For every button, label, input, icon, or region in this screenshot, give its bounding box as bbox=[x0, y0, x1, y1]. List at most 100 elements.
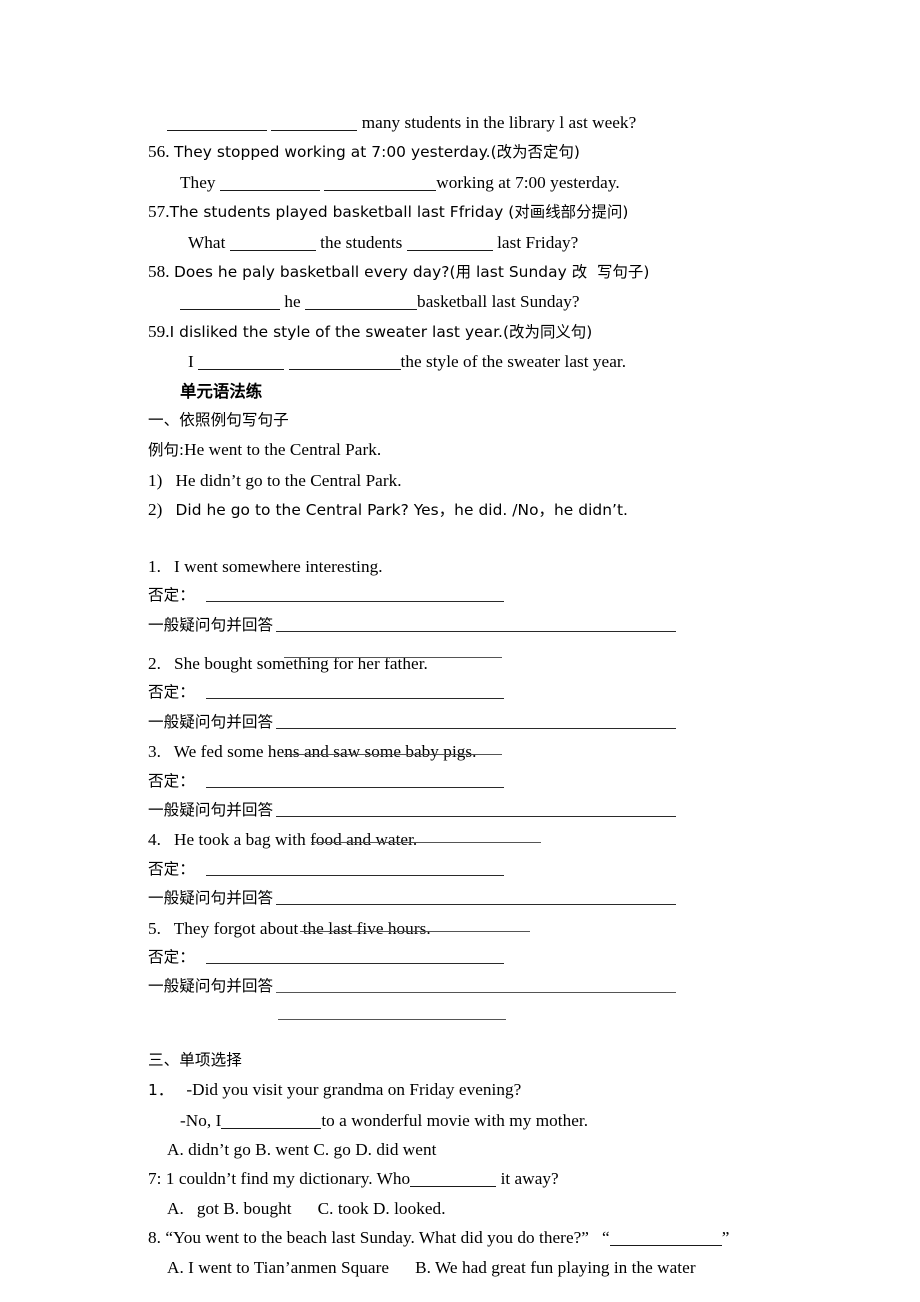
document-body: many students in the library l ast week?… bbox=[148, 108, 848, 1282]
fill-blank[interactable] bbox=[198, 356, 285, 371]
exercise-3-sentence: 3. We fed some hens and saw some baby pi… bbox=[148, 737, 848, 766]
question-56-answer: They working at 7:00 yesterday. bbox=[148, 168, 848, 197]
question-number: 57. bbox=[148, 202, 170, 222]
exercise-1-sentence: 1. I went somewhere interesting. bbox=[148, 552, 848, 581]
fill-blank[interactable] bbox=[410, 1173, 497, 1188]
example-line: 例句:He went to the Central Park. bbox=[148, 435, 848, 465]
question-56-prompt: 56. They stopped working at 7:00 yesterd… bbox=[148, 137, 848, 167]
question-text: The students played basketball last Ffri… bbox=[169, 203, 629, 222]
answer-rule[interactable] bbox=[276, 727, 676, 729]
answer-rule[interactable] bbox=[276, 992, 676, 994]
answer-rule[interactable] bbox=[276, 630, 676, 632]
options-text[interactable]: A. didn’t go B. went C. go D. did went bbox=[167, 1140, 436, 1159]
fill-blank[interactable] bbox=[288, 356, 401, 371]
choice-7-line1: 7: 1 couldn’t find my dictionary. Who it… bbox=[148, 1164, 848, 1193]
choice-question: -Did you visit your grandma on Friday ev… bbox=[186, 1080, 522, 1100]
answer-suffix: last Friday? bbox=[497, 232, 579, 252]
question-number: 56. bbox=[148, 142, 170, 162]
question-57-answer: What the students last Friday? bbox=[148, 228, 848, 257]
fill-blank[interactable] bbox=[167, 117, 267, 131]
exercise-number: 5. bbox=[148, 918, 161, 938]
answer-rule[interactable] bbox=[206, 874, 504, 876]
exercise-number: 1. bbox=[148, 556, 161, 576]
choice-number: 1． bbox=[148, 1081, 174, 1100]
choice-8-line1: 8. “You went to the beach last Sunday. W… bbox=[148, 1223, 848, 1252]
list-marker: 2) bbox=[148, 500, 163, 520]
answer-suffix: working at 7:00 yesterday. bbox=[436, 172, 620, 192]
fill-blank[interactable] bbox=[406, 237, 493, 251]
example-answer-1: 1) He didn’t go to the Central Park. bbox=[148, 466, 848, 495]
exercise-text: He took a bag with food and water. bbox=[174, 830, 418, 850]
answer-rule[interactable] bbox=[300, 930, 530, 932]
exercise-5-sentence: 5. They forgot about the last five hours… bbox=[148, 914, 848, 943]
example-label: 例句: bbox=[148, 441, 185, 460]
negative-label: 否定： bbox=[148, 586, 195, 605]
answer-rule[interactable] bbox=[276, 904, 676, 906]
fill-blank[interactable] bbox=[271, 117, 358, 131]
question-text: I disliked the style of the sweater last… bbox=[169, 322, 593, 341]
choice-section-heading: 三、单项选择 bbox=[148, 1050, 242, 1069]
exercise-2-sentence: 2. She bought something for her father. bbox=[148, 649, 848, 678]
options-text[interactable]: A. got B. bought C. took D. looked. bbox=[167, 1199, 446, 1218]
exercise-3-negative: 否定： bbox=[148, 767, 848, 796]
negative-label: 否定： bbox=[148, 683, 195, 702]
choice-question-prefix: 1 couldn’t find my dictionary. Who bbox=[165, 1169, 411, 1189]
answer-rule[interactable] bbox=[284, 656, 502, 658]
exercise-1-question: 一般疑问句并回答 bbox=[148, 611, 848, 640]
answer-middle: he bbox=[284, 292, 301, 312]
question-number: 58. bbox=[148, 262, 170, 282]
choice-number: 7: bbox=[148, 1169, 162, 1189]
fill-blank[interactable] bbox=[305, 296, 418, 311]
question-57-prompt: 57.The students played basketball last F… bbox=[148, 197, 848, 227]
negative-label: 否定： bbox=[148, 771, 195, 790]
answer-rule[interactable] bbox=[311, 842, 541, 844]
exercise-5-negative: 否定： bbox=[148, 943, 848, 972]
answer-rule[interactable] bbox=[276, 815, 676, 817]
answer-rule[interactable] bbox=[206, 601, 504, 603]
fill-blank[interactable] bbox=[180, 296, 280, 311]
answer-rule[interactable] bbox=[206, 786, 504, 788]
fill-blank[interactable] bbox=[229, 237, 316, 251]
example-sentence: He went to the Central Park. bbox=[184, 440, 382, 460]
choice-answer-prefix: -No, I bbox=[180, 1110, 222, 1130]
exercise-2-question: 一般疑问句并回答 bbox=[148, 708, 848, 737]
question-59-prompt: 59.I disliked the style of the sweater l… bbox=[148, 317, 848, 347]
question-label: 一般疑问句并回答 bbox=[148, 615, 274, 634]
negative-label: 否定： bbox=[148, 859, 195, 878]
list-text: Did he go to the Central Park? Yes，he di… bbox=[175, 501, 629, 520]
part-one-heading: 一、依照例句写句子 bbox=[148, 411, 289, 430]
answer-rule[interactable] bbox=[278, 1018, 506, 1020]
fill-blank[interactable] bbox=[221, 1115, 322, 1129]
answer-rule[interactable] bbox=[206, 962, 504, 964]
fill-blank[interactable] bbox=[219, 177, 320, 191]
question-label: 一般疑问句并回答 bbox=[148, 800, 274, 819]
exercise-3-question: 一般疑问句并回答 bbox=[148, 796, 848, 825]
answer-rule[interactable] bbox=[284, 754, 502, 756]
grammar-section-heading: 单元语法练 bbox=[180, 381, 263, 401]
fill-blank[interactable] bbox=[324, 177, 437, 191]
choice-question-suffix: it away? bbox=[500, 1169, 559, 1189]
answer-prefix: They bbox=[180, 172, 216, 192]
exercise-text: They forgot about the last five hours. bbox=[173, 918, 431, 938]
choice-7-options: A. got B. bought C. took D. looked. bbox=[148, 1194, 848, 1223]
list-marker: 1) bbox=[148, 470, 163, 490]
choice-8-options: A. I went to Tian’anmen Square B. We had… bbox=[148, 1253, 848, 1282]
choice-answer-suffix: to a wonderful movie with my mother. bbox=[321, 1110, 589, 1130]
answer-prefix: What bbox=[188, 232, 226, 252]
worksheet-page: many students in the library l ast week?… bbox=[0, 0, 920, 1302]
choice-question-prefix: “You went to the beach last Sunday. What… bbox=[165, 1228, 610, 1248]
list-text: He didn’t go to the Central Park. bbox=[175, 470, 402, 490]
answer-rule[interactable] bbox=[206, 698, 504, 700]
answer-prefix: I bbox=[188, 352, 194, 372]
exercise-4-sentence: 4. He took a bag with food and water. bbox=[148, 825, 848, 854]
exercise-4-negative: 否定： bbox=[148, 855, 848, 884]
question-label: 一般疑问句并回答 bbox=[148, 712, 274, 731]
question-58-prompt: 58. Does he paly basketball every day?(用… bbox=[148, 257, 848, 287]
fill-blank[interactable] bbox=[609, 1232, 722, 1247]
exercise-number: 2. bbox=[148, 653, 161, 673]
question-number: 59. bbox=[148, 321, 170, 341]
answer-suffix: the style of the sweater last year. bbox=[400, 352, 627, 372]
carryover-line: many students in the library l ast week? bbox=[148, 108, 848, 137]
options-text[interactable]: A. I went to Tian’anmen Square B. We had… bbox=[167, 1258, 696, 1277]
answer-suffix: basketball last Sunday? bbox=[417, 292, 580, 312]
